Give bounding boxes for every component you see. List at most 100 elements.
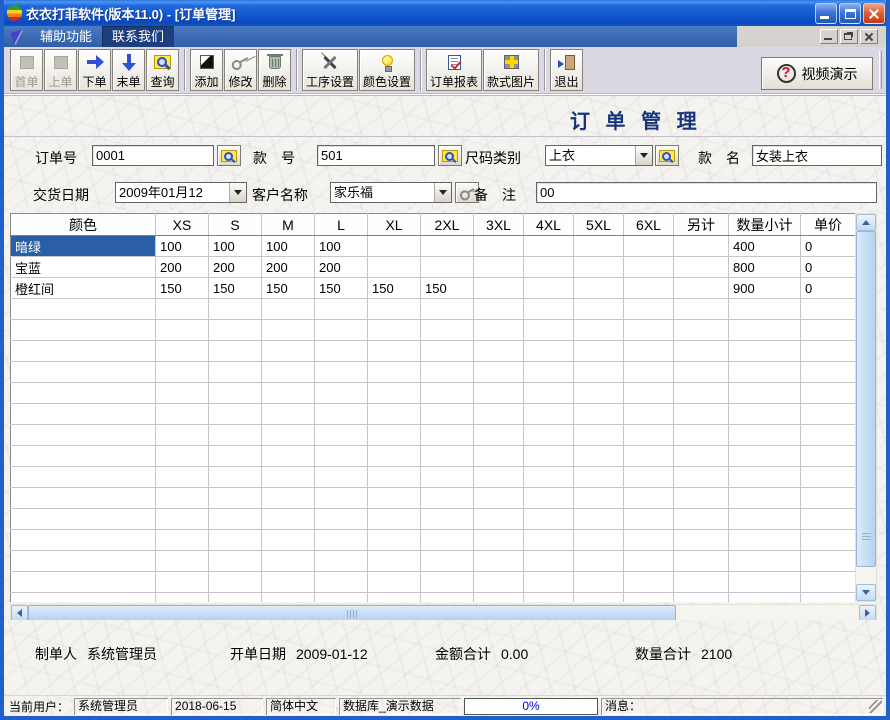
grid-cell[interactable]: [801, 530, 856, 551]
grid-cell[interactable]: [524, 404, 574, 425]
grid-cell[interactable]: [209, 425, 262, 446]
order-no-lookup-button[interactable]: [217, 145, 241, 166]
grid-cell[interactable]: [368, 551, 421, 572]
grid-cell-color[interactable]: [11, 362, 156, 383]
grid-cell[interactable]: [801, 425, 856, 446]
grid-cell[interactable]: [574, 341, 624, 362]
grid-cell[interactable]: [262, 488, 315, 509]
grid-cell[interactable]: [524, 446, 574, 467]
grid-cell[interactable]: 200: [262, 257, 315, 278]
grid-cell[interactable]: [315, 593, 368, 603]
grid-cell[interactable]: [315, 383, 368, 404]
grid-cell[interactable]: [729, 488, 801, 509]
delete-button[interactable]: 删除: [258, 49, 291, 91]
grid-cell[interactable]: [729, 467, 801, 488]
grid-cell[interactable]: [262, 551, 315, 572]
style-no-lookup-button[interactable]: [438, 145, 462, 166]
grid-cell[interactable]: [368, 320, 421, 341]
grid-cell[interactable]: [262, 362, 315, 383]
grid-cell[interactable]: 100: [262, 236, 315, 257]
grid-cell[interactable]: [801, 509, 856, 530]
grid-cell[interactable]: [674, 299, 729, 320]
grid-cell[interactable]: [624, 425, 674, 446]
grid-cell[interactable]: [209, 509, 262, 530]
grid-cell[interactable]: [674, 383, 729, 404]
grid-cell[interactable]: [474, 467, 524, 488]
grid-cell[interactable]: [156, 551, 209, 572]
grid-cell[interactable]: [262, 341, 315, 362]
grid-cell[interactable]: [209, 320, 262, 341]
resize-grip[interactable]: [869, 700, 882, 713]
grid-cell[interactable]: [624, 236, 674, 257]
grid-cell[interactable]: [421, 257, 474, 278]
grid-cell[interactable]: [262, 299, 315, 320]
delivery-date-select[interactable]: 2009年01月12: [115, 182, 247, 203]
grid-cell-color[interactable]: [11, 383, 156, 404]
grid-cell[interactable]: [315, 320, 368, 341]
grid-cell[interactable]: [801, 467, 856, 488]
grid-cell[interactable]: [674, 362, 729, 383]
customer-select[interactable]: 家乐福: [330, 182, 452, 203]
grid-cell[interactable]: [574, 383, 624, 404]
grid-cell[interactable]: [474, 551, 524, 572]
grid-cell[interactable]: [209, 362, 262, 383]
grid-cell[interactable]: [624, 257, 674, 278]
grid-cell[interactable]: [156, 404, 209, 425]
grid-cell[interactable]: [421, 467, 474, 488]
grid-cell[interactable]: [315, 509, 368, 530]
grid-cell[interactable]: [209, 383, 262, 404]
grid-cell[interactable]: [524, 320, 574, 341]
grid-cell[interactable]: [524, 341, 574, 362]
grid-cell[interactable]: 100: [315, 236, 368, 257]
grid-cell[interactable]: [315, 299, 368, 320]
grid-cell[interactable]: [421, 530, 474, 551]
grid-cell[interactable]: [421, 362, 474, 383]
grid-cell[interactable]: 200: [209, 257, 262, 278]
grid-cell[interactable]: [801, 404, 856, 425]
grid-cell[interactable]: [524, 257, 574, 278]
grid-cell[interactable]: [474, 509, 524, 530]
grid-cell[interactable]: 100: [156, 236, 209, 257]
grid-cell[interactable]: 900: [729, 278, 801, 299]
grid-cell[interactable]: [474, 299, 524, 320]
grid-cell[interactable]: [209, 488, 262, 509]
grid-cell[interactable]: [674, 488, 729, 509]
grid-cell[interactable]: [574, 488, 624, 509]
delivery-date-dropdown-button[interactable]: [229, 183, 246, 202]
prev-order-button[interactable]: 上单: [44, 49, 77, 91]
grid-cell[interactable]: 150: [315, 278, 368, 299]
grid-cell[interactable]: [156, 362, 209, 383]
grid-cell[interactable]: [474, 530, 524, 551]
grid-cell[interactable]: [801, 320, 856, 341]
grid-cell[interactable]: [474, 593, 524, 603]
grid-cell[interactable]: [729, 320, 801, 341]
grid-cell[interactable]: [801, 593, 856, 603]
grid-cell[interactable]: [315, 362, 368, 383]
exit-button[interactable]: 退出: [550, 49, 583, 91]
grid-cell[interactable]: [729, 551, 801, 572]
grid-cell[interactable]: [368, 341, 421, 362]
grid-cell[interactable]: 400: [729, 236, 801, 257]
grid-cell[interactable]: [368, 299, 421, 320]
grid-cell[interactable]: [368, 404, 421, 425]
grid-cell[interactable]: [209, 551, 262, 572]
grid-cell[interactable]: [524, 530, 574, 551]
grid-cell[interactable]: [574, 593, 624, 603]
grid-cell[interactable]: [801, 551, 856, 572]
grid-cell[interactable]: [156, 488, 209, 509]
order-no-input[interactable]: [92, 145, 214, 166]
grid-cell[interactable]: [209, 530, 262, 551]
horizontal-scroll-thumb[interactable]: [28, 605, 676, 621]
grid-cell[interactable]: [209, 341, 262, 362]
grid-cell[interactable]: [624, 446, 674, 467]
grid-cell[interactable]: [156, 341, 209, 362]
grid-cell[interactable]: [674, 593, 729, 603]
grid-cell[interactable]: [574, 257, 624, 278]
grid-cell-color[interactable]: 宝蓝: [11, 257, 156, 278]
grid-cell[interactable]: [368, 362, 421, 383]
color-settings-button[interactable]: 颜色设置: [359, 49, 415, 91]
size-type-select[interactable]: 上衣: [545, 145, 653, 166]
grid-cell[interactable]: [368, 257, 421, 278]
grid-cell[interactable]: [262, 425, 315, 446]
grid-cell-color[interactable]: [11, 425, 156, 446]
